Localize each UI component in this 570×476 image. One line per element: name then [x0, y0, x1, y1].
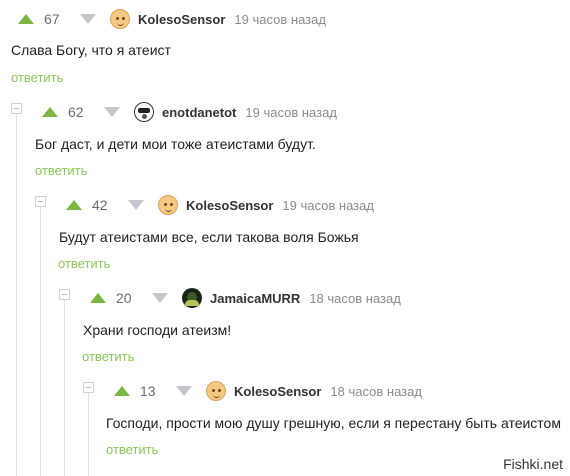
comment-text: Слава Богу, что я атеист — [11, 42, 171, 58]
reply-link[interactable]: ответить — [106, 442, 158, 457]
reply-link[interactable]: ответить — [11, 70, 63, 85]
avatar[interactable] — [158, 195, 178, 215]
downvote-icon[interactable] — [152, 293, 168, 303]
comment-header: 62 enotdanetot 19 часов назад — [42, 99, 337, 125]
upvote-icon[interactable] — [114, 386, 130, 396]
rating-count: 13 — [140, 383, 156, 399]
collapse-thread-icon[interactable] — [59, 289, 70, 300]
vote-block: 67 — [18, 11, 110, 27]
thread-line — [40, 207, 41, 476]
rating-count: 20 — [116, 290, 132, 306]
rating-count: 42 — [92, 197, 108, 213]
thread-line — [64, 300, 65, 476]
comment-text: Господи, прости мою душу грешную, если я… — [106, 415, 561, 431]
downvote-icon[interactable] — [80, 14, 96, 24]
avatar[interactable] — [206, 381, 226, 401]
username[interactable]: KolesoSensor — [138, 12, 225, 27]
vote-block: 62 — [42, 104, 134, 120]
comment-text: Будут атеистами все, если такова воля Бо… — [59, 229, 359, 245]
collapse-thread-icon[interactable] — [83, 382, 94, 393]
vote-block: 42 — [66, 197, 158, 213]
timestamp: 18 часов назад — [309, 290, 401, 306]
timestamp: 19 часов назад — [234, 11, 326, 27]
timestamp: 19 часов назад — [245, 104, 337, 120]
collapse-thread-icon[interactable] — [11, 103, 22, 114]
vote-block: 20 — [90, 290, 182, 306]
upvote-icon[interactable] — [42, 107, 58, 117]
comment-text: Бог даст, и дети мои тоже атеистами буду… — [35, 136, 316, 152]
downvote-icon[interactable] — [176, 386, 192, 396]
collapse-thread-icon[interactable] — [35, 196, 46, 207]
downvote-icon[interactable] — [128, 200, 144, 210]
username[interactable]: enotdanetot — [162, 105, 236, 120]
comment-header: 20 JamaicaMURR 18 часов назад — [90, 285, 401, 311]
avatar[interactable] — [134, 102, 154, 122]
thread-line — [88, 393, 89, 476]
rating-count: 62 — [68, 104, 84, 120]
reply-link[interactable]: ответить — [58, 256, 110, 271]
thread-line — [16, 114, 17, 476]
username[interactable]: KolesoSensor — [234, 384, 321, 399]
timestamp: 19 часов назад — [282, 197, 374, 213]
username[interactable]: JamaicaMURR — [210, 291, 300, 306]
reply-link[interactable]: ответить — [82, 349, 134, 364]
username[interactable]: KolesoSensor — [186, 198, 273, 213]
upvote-icon[interactable] — [66, 200, 82, 210]
comment-header: 13 KolesoSensor 18 часов назад — [114, 378, 422, 404]
watermark: Fishki.net — [500, 455, 566, 473]
reply-link[interactable]: ответить — [35, 163, 87, 178]
avatar[interactable] — [110, 9, 130, 29]
upvote-icon[interactable] — [90, 293, 106, 303]
upvote-icon[interactable] — [18, 14, 34, 24]
rating-count: 67 — [44, 11, 60, 27]
comment-header: 67 KolesoSensor 19 часов назад — [18, 6, 326, 32]
vote-block: 13 — [114, 383, 206, 399]
avatar[interactable] — [182, 288, 202, 308]
comment-header: 42 KolesoSensor 19 часов назад — [66, 192, 374, 218]
timestamp: 18 часов назад — [330, 383, 422, 399]
comment-text: Храни господи атеизм! — [83, 322, 232, 338]
downvote-icon[interactable] — [104, 107, 120, 117]
